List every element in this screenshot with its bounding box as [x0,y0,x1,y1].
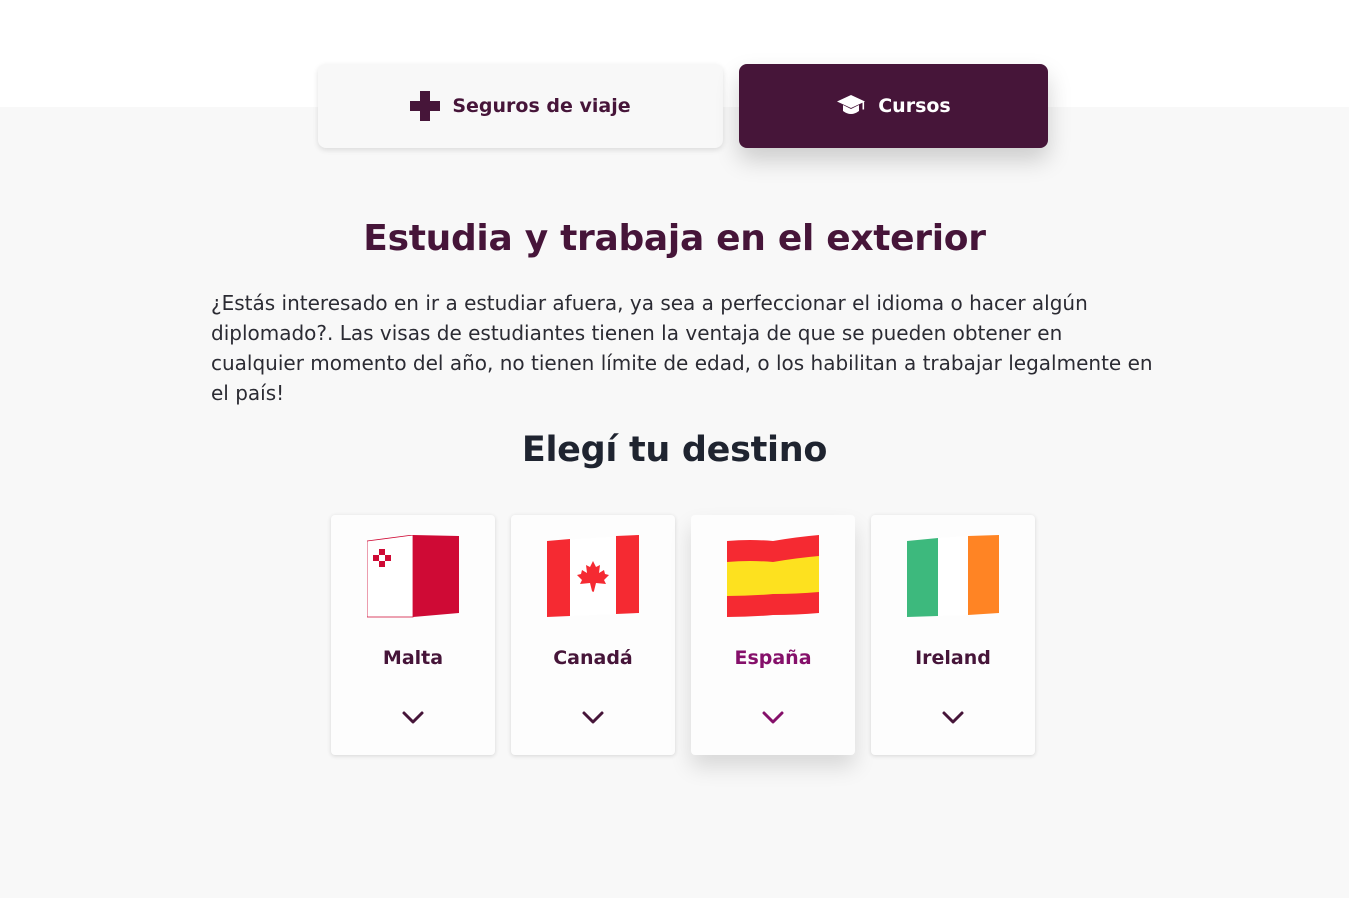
destination-name: Malta [382,647,444,669]
canada-flag-icon [547,535,639,617]
destination-card-ireland[interactable]: Ireland [871,515,1035,755]
destination-name: Ireland [915,647,991,669]
chevron-down-icon[interactable] [761,709,785,725]
destination-card-espana[interactable]: España [691,515,855,755]
destinations-title: Elegí tu destino [521,430,828,470]
tab-label: Seguros de viaje [452,95,631,117]
spain-flag-icon [727,535,819,617]
ireland-flag-icon [907,535,999,617]
destination-name: España [734,647,812,669]
plus-icon [410,91,441,121]
destination-name: Canadá [553,647,633,669]
destination-card-canada[interactable]: Canadá [511,515,675,755]
chevron-down-icon[interactable] [581,709,605,725]
graduation-cap-icon [836,94,866,118]
malta-flag-icon [367,535,459,618]
tab-seguros-de-viaje[interactable]: Seguros de viaje [318,64,723,148]
chevron-down-icon[interactable] [401,709,425,725]
destination-card-malta[interactable]: Malta [331,515,495,755]
chevron-down-icon[interactable] [941,709,965,725]
tab-label: Cursos [878,95,951,117]
section-description: ¿Estás interesado en ir a estudiar afuer… [211,291,1153,405]
section-title: Estudia y trabaja en el exterior [363,218,986,259]
tab-cursos[interactable]: Cursos [739,64,1048,148]
